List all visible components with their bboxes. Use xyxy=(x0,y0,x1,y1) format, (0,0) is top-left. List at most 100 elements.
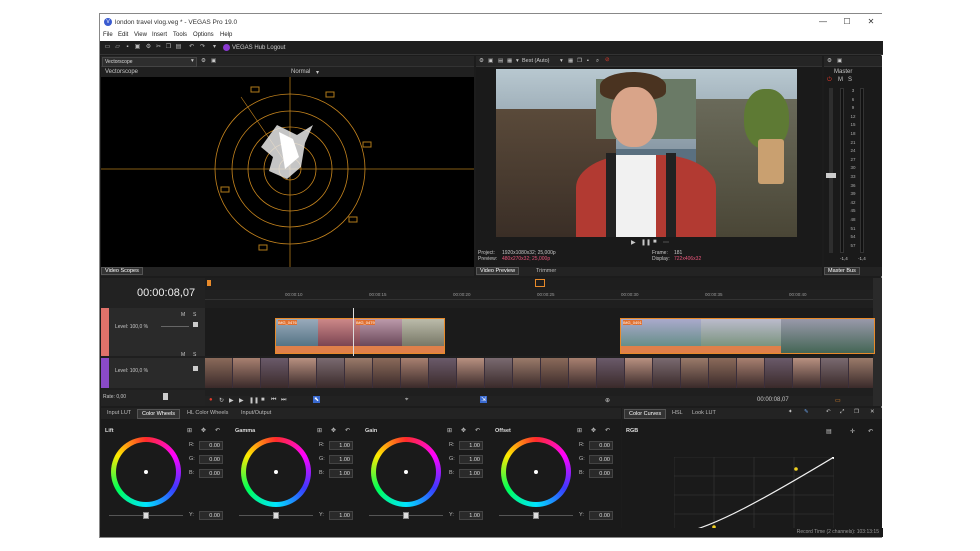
go-end-icon[interactable]: ⏭ xyxy=(281,397,286,404)
b-value-input[interactable]: 0.00 xyxy=(199,469,223,478)
loop-icon[interactable]: ↻ xyxy=(219,397,224,404)
wheel-puck[interactable] xyxy=(404,470,408,474)
overlay-icon[interactable]: ▦ xyxy=(507,58,512,64)
power-icon[interactable]: ⏻ xyxy=(827,77,832,84)
track-2-solo[interactable]: S xyxy=(193,352,196,358)
pause-icon[interactable]: ❚❚ xyxy=(249,397,259,404)
copy-icon[interactable]: ❐ xyxy=(165,44,172,51)
pause-icon[interactable]: ❚❚ xyxy=(641,239,651,246)
tab-hl-color-wheels[interactable]: HL Color Wheels xyxy=(183,409,232,417)
more-icon[interactable]: ⋯ xyxy=(663,239,669,246)
luma-slider[interactable] xyxy=(109,512,183,519)
track-2-mute[interactable]: M xyxy=(181,352,185,358)
menu-insert[interactable]: Insert xyxy=(152,32,167,38)
play-icon[interactable]: ▶ xyxy=(631,239,636,246)
tab-trimmer[interactable]: Trimmer xyxy=(532,267,560,275)
slider-knob[interactable] xyxy=(143,512,149,519)
curve-graph[interactable] xyxy=(674,457,834,535)
track-2-fx-icon[interactable] xyxy=(193,366,198,371)
loop-marker-icon[interactable] xyxy=(535,279,545,287)
video-event[interactable]: IMG_0491 xyxy=(620,318,875,354)
wheel-puck[interactable] xyxy=(534,470,538,474)
g-value-input[interactable]: 0.00 xyxy=(199,455,223,464)
y-value-input[interactable]: 0.00 xyxy=(589,511,613,520)
slider-knob[interactable] xyxy=(403,512,409,519)
curve-options-icon[interactable]: ▤ xyxy=(826,428,832,435)
reset-icon[interactable]: ↶ xyxy=(215,427,220,434)
undo-icon[interactable]: ↶ xyxy=(188,44,195,51)
copy-snapshot-icon[interactable]: ❐ xyxy=(577,58,582,64)
history-icon[interactable]: ▾ xyxy=(211,44,218,51)
video-event[interactable]: IMG_0476 IMG_0479 xyxy=(275,318,445,354)
track-2-lane[interactable] xyxy=(205,358,873,388)
menu-view[interactable]: View xyxy=(134,32,147,38)
reset-icon[interactable]: ↶ xyxy=(826,409,831,415)
b-value-input[interactable]: 1.00 xyxy=(459,469,483,478)
open-icon[interactable]: ▱ xyxy=(114,44,121,51)
master-mute[interactable]: M xyxy=(838,77,843,83)
play-icon[interactable]: ▶ xyxy=(239,397,244,404)
master-solo[interactable]: S xyxy=(848,77,852,83)
redo-icon[interactable]: ↷ xyxy=(199,44,206,51)
tab-color-wheels[interactable]: Color Wheels xyxy=(137,409,181,419)
settings-icon[interactable]: ⚙ xyxy=(201,58,206,64)
color-wheel-ring[interactable] xyxy=(111,437,181,507)
tab-look-lut[interactable]: Look LUT xyxy=(688,409,720,417)
menu-edit[interactable]: Edit xyxy=(118,32,128,38)
track-1-lane[interactable]: IMG_0476 IMG_0479 IMG_0491 xyxy=(205,308,875,356)
play-from-start-icon[interactable]: ▶ xyxy=(229,397,234,404)
snapping-icon[interactable]: ⌖ xyxy=(405,397,408,404)
track-2-header[interactable]: M S Level: 100,0 % xyxy=(101,352,205,388)
minimize-button[interactable]: — xyxy=(816,17,830,26)
r-value-input[interactable]: 0.00 xyxy=(589,441,613,450)
reset-icon[interactable]: ↶ xyxy=(345,427,350,434)
maximize-button[interactable]: ☐ xyxy=(840,17,854,26)
channel-toggle-icon[interactable]: ⊞ xyxy=(317,427,322,434)
reset-icon[interactable]: ↶ xyxy=(475,427,480,434)
b-value-input[interactable]: 0.00 xyxy=(589,469,613,478)
r-value-input[interactable]: 0.00 xyxy=(199,441,223,450)
master-fader[interactable] xyxy=(826,173,836,178)
scope-type-select[interactable]: Vectorscope xyxy=(102,57,197,67)
split-screen-icon[interactable]: ▤ xyxy=(498,58,503,64)
export-icon[interactable]: ▭ xyxy=(835,397,841,404)
g-value-input[interactable]: 1.00 xyxy=(459,455,483,464)
vegas-hub-logout[interactable]: VEGAS Hub Logout xyxy=(223,44,285,51)
grid-icon[interactable]: ▦ xyxy=(568,58,573,64)
wheel-puck[interactable] xyxy=(144,470,148,474)
track-1-mute[interactable]: M xyxy=(181,312,185,318)
track-1-header[interactable]: M S Level: 100,0 % xyxy=(101,308,205,356)
normal-edit-tool-icon[interactable]: ⬉ xyxy=(313,396,321,403)
render-icon[interactable]: ▣ xyxy=(134,44,141,51)
channel-toggle-icon[interactable]: ⊞ xyxy=(187,427,192,434)
track-1-level-slider[interactable] xyxy=(161,326,189,327)
r-value-input[interactable]: 1.00 xyxy=(329,441,353,450)
move-icon[interactable]: ✥ xyxy=(201,427,206,434)
tab-video-preview[interactable]: Video Preview xyxy=(476,267,520,275)
add-point-icon[interactable]: ✛ xyxy=(850,428,855,435)
slider-knob[interactable] xyxy=(533,512,539,519)
luma-slider[interactable] xyxy=(239,512,313,519)
preview-quality-select[interactable]: Best (Auto) xyxy=(522,58,550,64)
stop-icon[interactable]: ■ xyxy=(261,397,265,403)
copy-icon[interactable]: ❐ xyxy=(854,409,859,415)
color-wheel-ring[interactable] xyxy=(371,437,441,507)
r-value-input[interactable]: 1.00 xyxy=(459,441,483,450)
y-value-input[interactable]: 1.00 xyxy=(329,511,353,520)
auto-ripple-icon[interactable]: ⇲ xyxy=(480,396,488,403)
b-value-input[interactable]: 1.00 xyxy=(329,469,353,478)
move-icon[interactable]: ✥ xyxy=(331,427,336,434)
track-1-solo[interactable]: S xyxy=(193,312,196,318)
go-start-icon[interactable]: ⏮ xyxy=(271,397,276,404)
stop-icon[interactable]: ■ xyxy=(653,239,657,245)
zoom-in-icon[interactable]: ⊕ xyxy=(605,397,610,404)
channel-toggle-icon[interactable]: ⊞ xyxy=(447,427,452,434)
track-1-fx-icon[interactable] xyxy=(193,322,198,327)
cut-icon[interactable]: ✂ xyxy=(155,44,162,51)
eyedropper-icon[interactable]: ✎ xyxy=(804,409,809,415)
expand-icon[interactable]: ⤢ xyxy=(840,409,844,416)
tab-color-curves[interactable]: Color Curves xyxy=(624,409,667,419)
tab-master-bus[interactable]: Master Bus xyxy=(824,267,860,275)
preview-properties-icon[interactable]: ⚙ xyxy=(479,58,484,64)
reset-curve-icon[interactable]: ↶ xyxy=(868,428,873,435)
